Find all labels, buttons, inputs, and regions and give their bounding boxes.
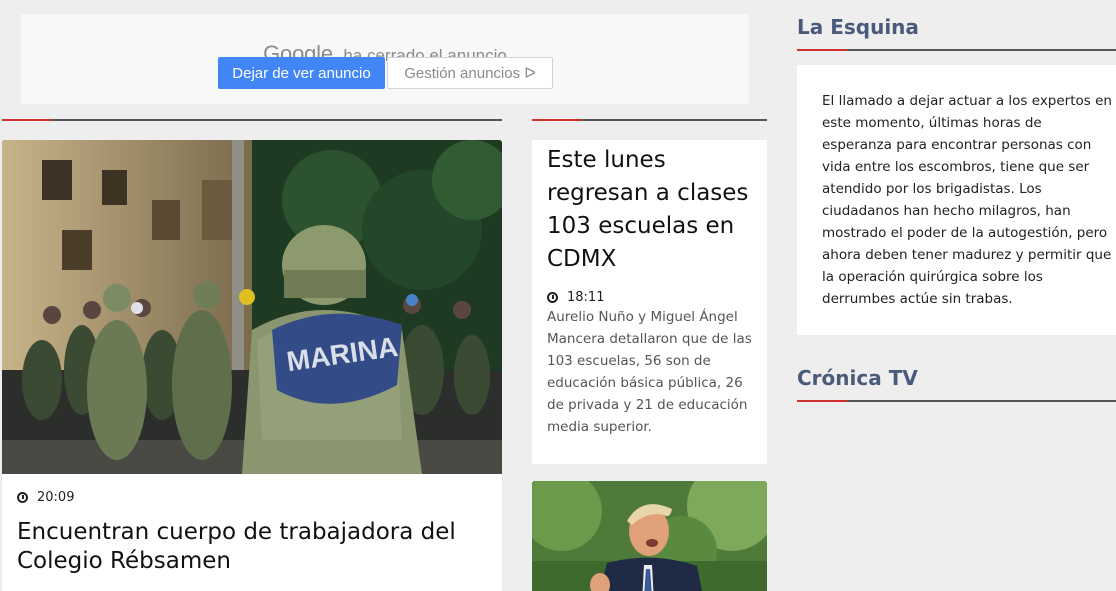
main-story-card[interactable]: MARINA 20:09 Encuentran cuerpo de trabaj… <box>2 140 502 591</box>
section-divider <box>2 119 502 121</box>
ad-closed-message: Google ha cerrado el anuncio <box>21 41 749 67</box>
second-story-meta: 18:11 <box>547 290 604 305</box>
stop-seeing-ad-button[interactable]: Dejar de ver anuncio <box>218 57 385 89</box>
section-divider <box>797 49 1116 51</box>
main-story-time: 20:09 <box>37 490 75 505</box>
second-story-description: Aurelio Nuño y Miguel Ángel Mancera deta… <box>547 309 752 435</box>
second-story-card[interactable]: Este lunes regresan a clases 103 escuela… <box>532 140 767 464</box>
la-esquina-heading[interactable]: La Esquina <box>797 15 919 39</box>
section-divider <box>532 119 767 121</box>
la-esquina-card: El llamado a dejar actuar a los expertos… <box>797 65 1116 335</box>
la-esquina-text: El llamado a dejar actuar a los expertos… <box>822 93 1112 307</box>
main-story-meta: 20:09 <box>17 490 74 505</box>
ad-settings-button[interactable]: Gestión anuncios ᐅ <box>387 57 553 89</box>
second-story-time: 18:11 <box>567 290 605 305</box>
section-divider <box>797 400 1116 402</box>
third-story-photo[interactable] <box>532 481 767 591</box>
cronica-tv-heading[interactable]: Crónica TV <box>797 366 918 390</box>
ad-closed-banner: Google ha cerrado el anuncio Dejar de ve… <box>21 14 749 104</box>
main-story-photo[interactable]: MARINA <box>2 140 502 474</box>
main-story-title[interactable]: Encuentran cuerpo de trabajadora del Col… <box>17 518 477 576</box>
clock-icon <box>547 292 558 303</box>
second-story-title[interactable]: Este lunes regresan a clases 103 escuela… <box>547 144 757 276</box>
clock-icon <box>17 492 28 503</box>
